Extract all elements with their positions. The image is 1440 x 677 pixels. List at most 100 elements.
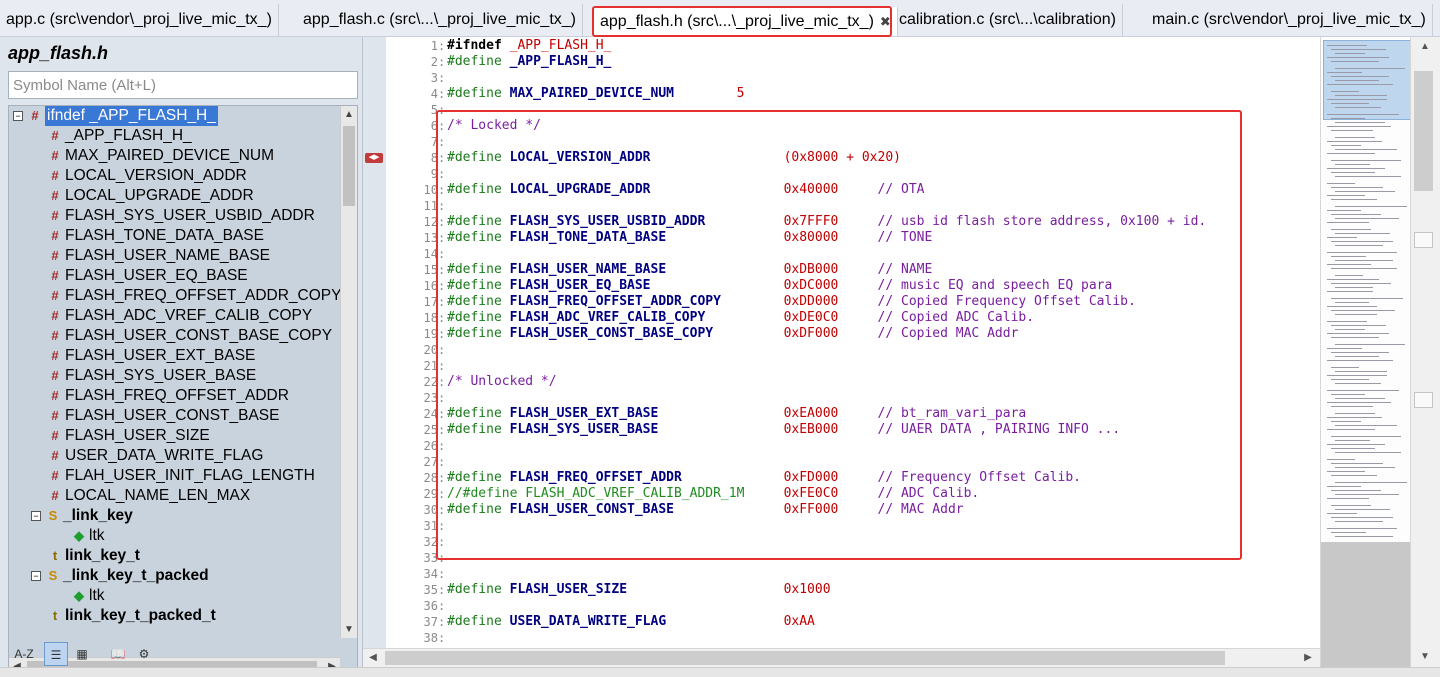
line-number-separator: : xyxy=(438,71,446,85)
tree-item[interactable]: # FLASH_USER_SIZE xyxy=(9,426,340,446)
scroll-thumb-h[interactable] xyxy=(385,651,1225,665)
tree-item[interactable]: # _APP_FLASH_H_ xyxy=(9,126,340,146)
line-number: 33 xyxy=(423,551,438,565)
symbol-tree: − # ifndef _APP_FLASH_H_ # _APP_FLASH_H_ # MAX… xyxy=(8,105,358,675)
collapse-toggle-icon[interactable]: − xyxy=(31,511,41,521)
tab-2[interactable]: app_flash.h (src\...\_proj_live_mic_tx_)… xyxy=(594,7,898,36)
scroll-left-icon[interactable]: ◀ xyxy=(363,649,383,667)
tree-item[interactable]: # FLASH_FREQ_OFFSET_ADDR_COPY xyxy=(9,286,340,306)
macro-value: 0xFD000 xyxy=(783,470,839,485)
tree-item[interactable]: − # ifndef _APP_FLASH_H_ xyxy=(9,106,340,126)
tree-item[interactable]: t link_key_t xyxy=(9,546,340,566)
minimap-line xyxy=(1331,298,1403,299)
minimap-line xyxy=(1331,187,1383,188)
tree-item[interactable]: # MAX_PAIRED_DEVICE_NUM xyxy=(9,146,340,166)
tree-item[interactable]: # FLASH_USER_NAME_BASE xyxy=(9,246,340,266)
minimap-line xyxy=(1327,126,1391,127)
minimap-line xyxy=(1335,68,1405,69)
editor-vertical-scrollbar[interactable]: ▲ ▼ xyxy=(1410,37,1440,667)
minimap-line xyxy=(1335,536,1393,537)
tree-item[interactable]: # FLASH_TONE_DATA_BASE xyxy=(9,226,340,246)
tab-3[interactable]: calibration.c (src\...\calibration) xyxy=(893,4,1123,36)
tree-item[interactable]: ◆ ltk xyxy=(9,586,340,606)
tab-0[interactable]: app.c (src\vendor\_proj_live_mic_tx_) xyxy=(0,4,279,36)
symbol-search-input[interactable] xyxy=(8,71,358,99)
line-number-separator: : xyxy=(438,199,446,213)
tree-item[interactable]: ◆ ltk xyxy=(9,526,340,546)
macro-name: FLASH_USER_SIZE xyxy=(509,582,628,597)
minimap-line xyxy=(1331,256,1366,257)
tree-item[interactable]: # USER_DATA_WRITE_FLAG xyxy=(9,446,340,466)
minimap-line xyxy=(1327,183,1355,184)
tree-item[interactable]: # FLASH_USER_CONST_BASE_COPY xyxy=(9,326,340,346)
group-type-button[interactable]: ▦ xyxy=(70,642,94,666)
tab-1[interactable]: app_flash.c (src\...\_proj_live_mic_tx_) xyxy=(297,4,583,36)
sort-category-button[interactable]: ☰ xyxy=(44,642,68,666)
tree-item[interactable]: # FLASH_FREQ_OFFSET_ADDR xyxy=(9,386,340,406)
macro-name: FLASH_USER_CONST_BASE xyxy=(509,502,674,517)
tab-4[interactable]: main.c (src\vendor\_proj_live_mic_tx_) xyxy=(1146,4,1433,36)
minimap-line xyxy=(1331,268,1397,269)
define-keyword: #define xyxy=(447,502,502,517)
line-number-separator: : xyxy=(438,439,446,453)
line-number-separator: : xyxy=(438,119,446,133)
scroll-thumb[interactable] xyxy=(343,126,355,206)
minimap-line xyxy=(1327,375,1387,376)
tree-item[interactable]: # FLASH_SYS_USER_BASE xyxy=(9,366,340,386)
hash-icon: # xyxy=(51,308,59,323)
scroll-down-icon[interactable]: ▼ xyxy=(1411,647,1439,667)
collapse-toggle-icon[interactable]: − xyxy=(31,571,41,581)
tree-item[interactable]: # FLASH_USER_CONST_BASE xyxy=(9,406,340,426)
book-button[interactable]: 📖 xyxy=(106,642,130,666)
code-editor[interactable]: 1: #ifndef _APP_FLASH_H_ 2: #define _APP_FL… xyxy=(386,37,1320,648)
scroll-up-icon[interactable]: ▲ xyxy=(341,106,357,123)
settings-button[interactable]: ⚙ xyxy=(132,642,156,666)
tree-item[interactable]: # LOCAL_NAME_LEN_MAX xyxy=(9,486,340,506)
define-keyword: #define xyxy=(447,470,502,485)
tree-item[interactable]: # FLAH_USER_INIT_FLAG_LENGTH xyxy=(9,466,340,486)
tree-item[interactable]: # FLASH_SYS_USER_USBID_ADDR xyxy=(9,206,340,226)
code-minimap[interactable] xyxy=(1320,37,1410,667)
minimap-line xyxy=(1327,528,1397,529)
scroll-right-icon[interactable]: ▶ xyxy=(1298,649,1318,667)
line-number-separator: : xyxy=(438,103,446,117)
code-text: #define USER_DATA_WRITE_FLAG 0xAA xyxy=(447,614,815,630)
scroll-down-icon[interactable]: ▼ xyxy=(341,621,357,638)
tree-item-label: link_key_t xyxy=(65,547,140,564)
macro-value: 0xEA000 xyxy=(783,406,839,421)
line-number: 31 xyxy=(423,519,438,533)
macro-value: 0xFF000 xyxy=(783,502,839,517)
minimap-line xyxy=(1327,153,1375,154)
sort-alpha-button[interactable]: A-Z xyxy=(12,642,36,666)
macro-name: FLASH_USER_NAME_BASE xyxy=(509,262,667,277)
hash-icon: # xyxy=(51,348,59,363)
tree-item[interactable]: # FLASH_ADC_VREF_CALIB_COPY xyxy=(9,306,340,326)
editor-tab-bar: app.c (src\vendor\_proj_live_mic_tx_) app… xyxy=(0,0,1440,37)
tree-item[interactable]: − S _link_key_t_packed xyxy=(9,566,340,586)
minimap-line xyxy=(1335,467,1395,468)
line-number: 22 xyxy=(423,375,438,389)
scroll-thumb[interactable] xyxy=(1414,71,1433,191)
minimap-line xyxy=(1331,61,1379,62)
close-tab-icon[interactable]: ✖ xyxy=(880,14,891,29)
tree-item[interactable]: # FLASH_USER_EXT_BASE xyxy=(9,346,340,366)
minimap-line xyxy=(1331,325,1386,326)
tree-item[interactable]: # LOCAL_VERSION_ADDR xyxy=(9,166,340,186)
line-number-separator: : xyxy=(438,215,446,229)
split-button[interactable] xyxy=(1414,232,1433,248)
line-number: 37 xyxy=(423,615,438,629)
split-button[interactable] xyxy=(1414,392,1433,408)
bookmark-marker-icon[interactable]: ◀▶ xyxy=(365,153,383,163)
scroll-up-icon[interactable]: ▲ xyxy=(1411,37,1439,57)
tree-vertical-scrollbar[interactable]: ▲ ▼ xyxy=(340,106,357,638)
tree-item[interactable]: t link_key_t_packed_t xyxy=(9,606,340,626)
macro-name: FLASH_ADC_VREF_CALIB_COPY xyxy=(509,310,706,325)
editor-horizontal-scrollbar[interactable]: ◀ ▶ xyxy=(363,648,1320,667)
minimap-line xyxy=(1327,237,1357,238)
tree-item[interactable]: # FLASH_USER_EQ_BASE xyxy=(9,266,340,286)
tree-item[interactable]: # LOCAL_UPGRADE_ADDR xyxy=(9,186,340,206)
tree-item-label: USER_DATA_WRITE_FLAG xyxy=(65,447,264,464)
collapse-toggle-icon[interactable]: − xyxy=(13,111,23,121)
minimap-line xyxy=(1327,321,1367,322)
tree-item[interactable]: − S _link_key xyxy=(9,506,340,526)
